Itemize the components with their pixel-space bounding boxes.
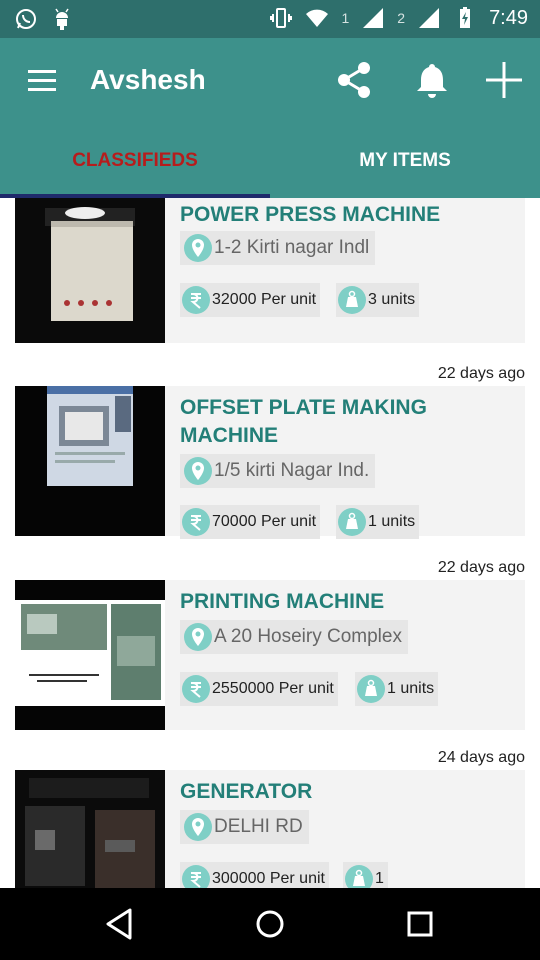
location-pin-icon: [184, 623, 212, 651]
price-chip: 70000 Per unit: [180, 505, 321, 539]
tab-bar: CLASSIFIEDS MY ITEMS: [0, 124, 540, 198]
listing-image[interactable]: [15, 770, 165, 888]
status-bar: 1 2 7:49: [0, 0, 540, 38]
android-icon: [55, 8, 69, 30]
app-bar: Avshesh: [0, 38, 540, 124]
quantity-text: 1 units: [368, 513, 416, 530]
location-text: 1-2 Kirti nagar Indl: [214, 237, 370, 258]
weight-icon: [357, 675, 385, 703]
bell-icon[interactable]: [414, 60, 450, 100]
listing-card[interactable]: OFFSET PLATE MAKING MACHINE 1/5 kirti Na…: [15, 386, 525, 539]
quantity-chip: 1 units: [355, 672, 439, 706]
rupee-icon: [182, 286, 210, 314]
listing-title[interactable]: OFFSET PLATE MAKING MACHINE: [180, 394, 500, 450]
quantity-chip: 1: [343, 862, 388, 888]
quantity-text: 1 units: [387, 680, 435, 697]
status-time: 7:49: [489, 6, 528, 29]
location-pin-icon: [184, 234, 212, 262]
listing-title[interactable]: POWER PRESS MACHINE: [180, 201, 500, 229]
listing-card[interactable]: POWER PRESS MACHINE 1-2 Kirti nagar Indl…: [15, 198, 525, 343]
listing-image[interactable]: [15, 386, 165, 536]
listing-time-ago: 22 days ago: [437, 559, 525, 576]
menu-icon[interactable]: [26, 66, 58, 94]
quantity-text: 3 units: [368, 291, 416, 308]
wifi-icon: [306, 9, 329, 27]
rupee-icon: [182, 675, 210, 703]
listing-card[interactable]: PRINTING MACHINE A 20 Hoseiry Complex 25…: [15, 580, 525, 730]
listing-feed[interactable]: POWER PRESS MACHINE 1-2 Kirti nagar Indl…: [0, 198, 540, 888]
location-text: A 20 Hoseiry Complex: [214, 626, 402, 647]
rupee-icon: [182, 865, 210, 888]
rupee-icon: [182, 508, 210, 536]
location-pin-icon: [184, 813, 212, 841]
price-text: 300000 Per unit: [212, 870, 325, 887]
back-icon[interactable]: [102, 906, 138, 942]
price-chip: 300000 Per unit: [180, 862, 329, 888]
listing-details: POWER PRESS MACHINE 1-2 Kirti nagar Indl…: [165, 198, 525, 343]
battery-charging-icon: [460, 7, 471, 28]
location-text: 1/5 kirti Nagar Ind.: [214, 460, 370, 481]
plus-icon[interactable]: [484, 60, 524, 100]
signal-icon: [419, 8, 440, 28]
listing-details: OFFSET PLATE MAKING MACHINE 1/5 kirti Na…: [165, 386, 525, 539]
quantity-chip: 1 units: [336, 505, 420, 539]
recents-icon[interactable]: [402, 906, 438, 942]
quantity-text: 1: [375, 870, 384, 887]
listing-card[interactable]: GENERATOR DELHI RD 300000 Per unit 1: [15, 770, 525, 888]
price-chip: 32000 Per unit: [180, 283, 321, 317]
price-chip: 2550000 Per unit: [180, 672, 338, 706]
listing-details: PRINTING MACHINE A 20 Hoseiry Complex 25…: [165, 580, 525, 730]
sim1-label: 1: [341, 10, 350, 26]
weight-icon: [338, 286, 366, 314]
vibrate-icon: [270, 8, 293, 28]
listing-details: GENERATOR DELHI RD 300000 Per unit 1: [165, 770, 525, 888]
listing-time-ago: 24 days ago: [437, 749, 525, 766]
listing-title[interactable]: PRINTING MACHINE: [180, 588, 500, 616]
price-text: 32000 Per unit: [212, 291, 317, 308]
price-text: 70000 Per unit: [212, 513, 317, 530]
listing-image[interactable]: [15, 198, 165, 343]
system-nav-bar: [0, 888, 540, 960]
listing-location: 1/5 kirti Nagar Ind.: [180, 454, 376, 488]
signal-icon: [363, 8, 384, 28]
price-text: 2550000 Per unit: [212, 680, 334, 697]
home-icon[interactable]: [252, 906, 288, 942]
whatsapp-icon: [16, 9, 36, 29]
sim2-label: 2: [397, 10, 406, 26]
app-title: Avshesh: [90, 64, 206, 95]
weight-icon: [338, 508, 366, 536]
tab-my-items[interactable]: MY ITEMS: [270, 124, 540, 198]
listing-location: DELHI RD: [180, 810, 309, 844]
weight-icon: [345, 865, 373, 888]
listing-title[interactable]: GENERATOR: [180, 778, 500, 806]
quantity-chip: 3 units: [336, 283, 420, 317]
listing-location: 1-2 Kirti nagar Indl: [180, 231, 376, 265]
location-pin-icon: [184, 457, 212, 485]
listing-location: A 20 Hoseiry Complex: [180, 620, 408, 654]
location-text: DELHI RD: [214, 816, 303, 837]
tab-classifieds[interactable]: CLASSIFIEDS: [0, 124, 270, 198]
share-icon[interactable]: [334, 60, 374, 100]
listing-time-ago: 22 days ago: [437, 365, 525, 382]
listing-image[interactable]: [15, 580, 165, 730]
